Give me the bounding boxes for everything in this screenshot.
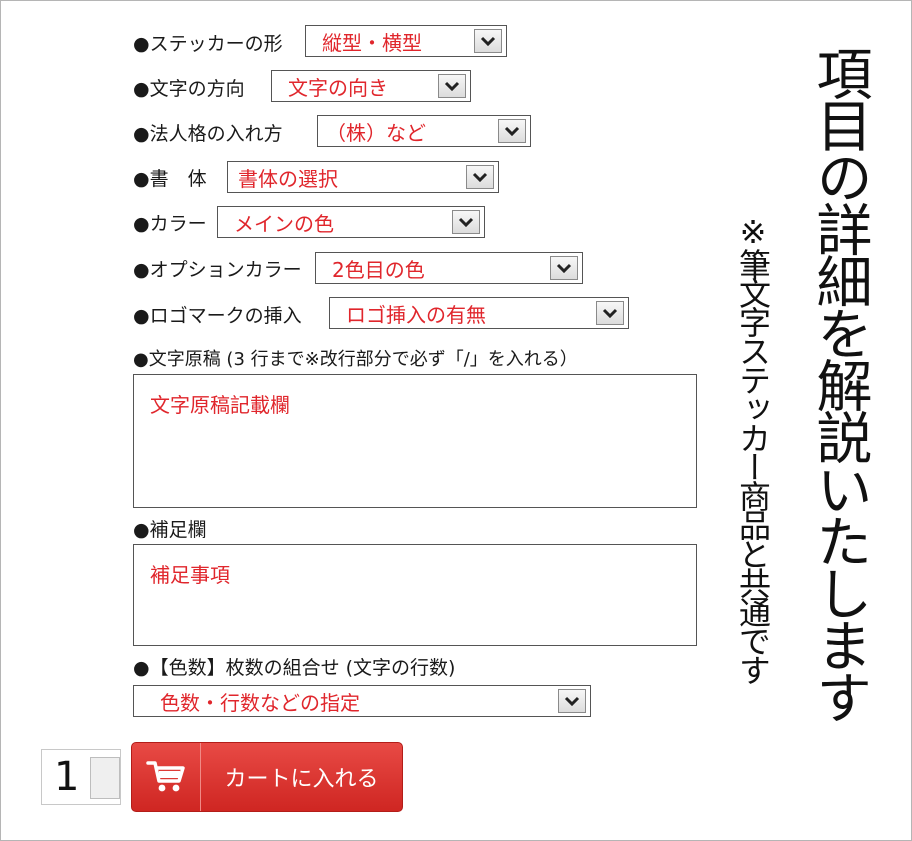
chevron-down-icon [558, 689, 586, 713]
chevron-down-icon [498, 119, 526, 143]
textarea-placeholder: 文字原稿記載欄 [150, 393, 290, 417]
field-corporate-title: ●法人格の入れ方 [133, 115, 283, 149]
field-option-color: ●オプションカラー [133, 251, 302, 285]
select-value: 色数・行数などの指定 [160, 690, 360, 715]
corporate-title-select[interactable]: （株）など [317, 115, 531, 147]
option-color-select[interactable]: 2色目の色 [315, 252, 583, 284]
field-label: ●補足欄 [133, 518, 207, 541]
select-value: （株）など [326, 120, 426, 145]
field-logo-insert: ●ロゴマークの挿入 [133, 297, 302, 331]
page-subtitle: ※筆文字ステッカー商品と共通です [734, 213, 772, 683]
field-sticker-shape: ●ステッカーの形 [133, 25, 283, 59]
field-text-original: ●文字原稿 (3 行まで※改行部分で必ず「/」を入れる） [133, 341, 578, 375]
page-title: 項目の詳細を解説いたします [807, 45, 872, 721]
cart-button-label: カートに入れる [224, 767, 379, 792]
sticker-shape-select[interactable]: 縦型・横型 [305, 25, 507, 57]
quantity-input[interactable]: 1 [41, 749, 121, 805]
field-text-direction: ●文字の方向 [133, 70, 245, 104]
chevron-down-icon [596, 301, 624, 325]
field-combination: ●【色数】枚数の組合せ (文字の行数) [133, 649, 455, 683]
field-label: ●【色数】枚数の組合せ (文字の行数) [133, 656, 456, 679]
textarea-placeholder: 補足事項 [150, 563, 230, 587]
quantity-stepper[interactable] [90, 757, 120, 799]
combination-select[interactable]: 色数・行数などの指定 [133, 685, 591, 717]
select-value: ロゴ挿入の有無 [346, 302, 486, 327]
quantity-value: 1 [54, 754, 80, 800]
field-label: ●書 体 [133, 167, 207, 190]
field-supplement: ●補足欄 [133, 511, 207, 545]
field-label: ●ロゴマークの挿入 [133, 304, 302, 327]
field-label: ●法人格の入れ方 [133, 122, 283, 145]
chevron-down-icon [438, 74, 466, 98]
field-label: ●カラー [133, 212, 207, 235]
chevron-down-icon [550, 256, 578, 280]
field-typeface: ●書 体 [133, 160, 207, 194]
main-color-select[interactable]: メインの色 [217, 206, 485, 238]
select-value: 書体の選択 [238, 166, 338, 191]
field-label: ●文字原稿 (3 行まで※改行部分で必ず「/」を入れる） [133, 349, 578, 370]
select-value: 2色目の色 [332, 257, 425, 282]
select-value: メインの色 [234, 211, 334, 236]
select-value: 縦型・横型 [322, 30, 422, 55]
field-label: ●文字の方向 [133, 77, 245, 100]
field-label: ●ステッカーの形 [133, 32, 283, 55]
select-value: 文字の向き [288, 75, 388, 100]
add-to-cart-button[interactable]: カートに入れる [131, 742, 403, 812]
supplement-textarea[interactable]: 補足事項 [133, 544, 697, 646]
chevron-down-icon [452, 210, 480, 234]
cart-icon [132, 743, 201, 811]
logo-insert-select[interactable]: ロゴ挿入の有無 [329, 297, 629, 329]
product-options-panel: ●ステッカーの形 縦型・横型 ●文字の方向 文字の向き ●法人格の入れ方 （株）… [0, 0, 912, 841]
typeface-select[interactable]: 書体の選択 [227, 161, 499, 193]
chevron-down-icon [466, 165, 494, 189]
chevron-down-icon [474, 29, 502, 53]
field-label: ●オプションカラー [133, 258, 302, 281]
text-original-textarea[interactable]: 文字原稿記載欄 [133, 374, 697, 508]
field-color: ●カラー [133, 205, 207, 239]
text-direction-select[interactable]: 文字の向き [271, 70, 471, 102]
